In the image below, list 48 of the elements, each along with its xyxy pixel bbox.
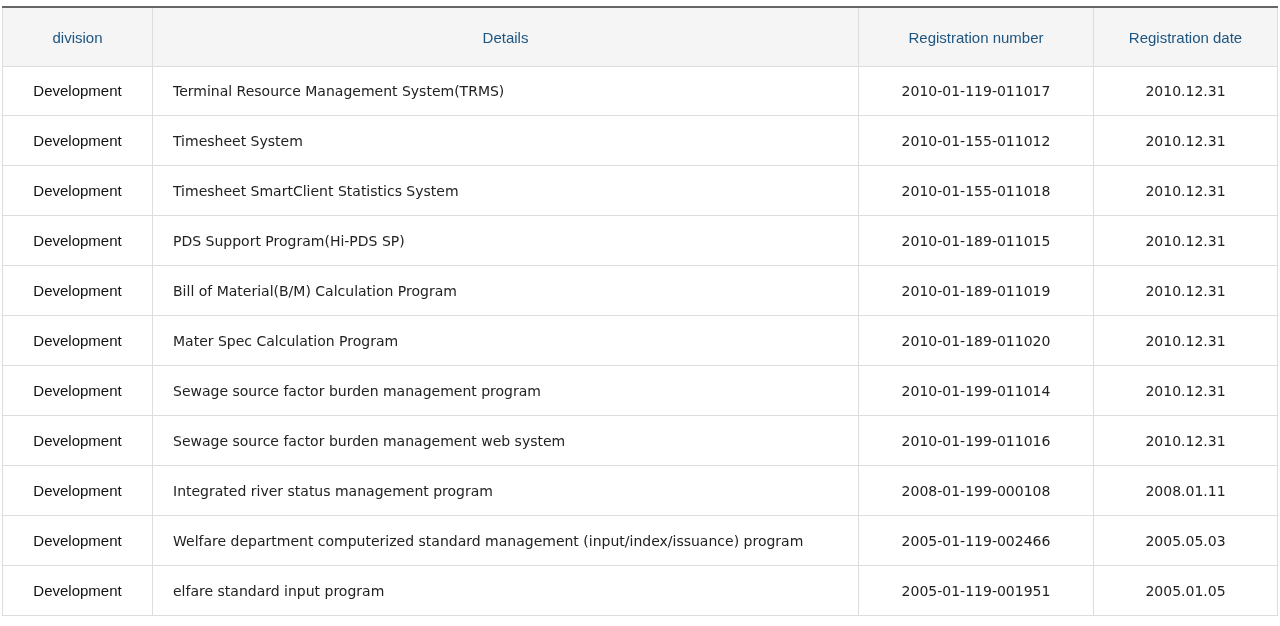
table-cell: Development: [2, 566, 153, 616]
table-cell: 2010-01-189-011020: [859, 316, 1094, 366]
table-cell: 2010.12.31: [1094, 216, 1278, 266]
table-cell: 2010.12.31: [1094, 316, 1278, 366]
table-cell: Development: [2, 316, 153, 366]
table-cell: 2010-01-189-011019: [859, 266, 1094, 316]
column-header: division: [2, 8, 153, 67]
table-cell: 2010.12.31: [1094, 266, 1278, 316]
table-cell: 2005-01-119-002466: [859, 516, 1094, 566]
table-cell: 2005.01.05: [1094, 566, 1278, 616]
table-cell: Development: [2, 466, 153, 516]
table-cell: Development: [2, 266, 153, 316]
table-cell: 2010-01-155-011012: [859, 116, 1094, 166]
table-cell: 2010-01-155-011018: [859, 166, 1094, 216]
column-header: Registration number: [859, 8, 1094, 67]
table-cell: Sewage source factor burden management web system: [153, 416, 859, 466]
table-cell: 2010-01-119-011017: [859, 66, 1094, 116]
table-cell: Terminal Resource Management System(TRMS): [153, 66, 859, 116]
table-cell: 2008-01-199-000108: [859, 466, 1094, 516]
table-cell: 2010.12.31: [1094, 66, 1278, 116]
column-header: Details: [153, 8, 859, 67]
table-cell: 2010.12.31: [1094, 166, 1278, 216]
table-cell: elfare standard input program: [153, 566, 859, 616]
table-cell: Development: [2, 216, 153, 266]
table-cell: Development: [2, 116, 153, 166]
table-cell: Development: [2, 66, 153, 116]
table-cell: 2010-01-199-011014: [859, 366, 1094, 416]
table-cell: Development: [2, 516, 153, 566]
table-cell: Mater Spec Calculation Program: [153, 316, 859, 366]
table-cell: Development: [2, 416, 153, 466]
table-cell: PDS Support Program(Hi-PDS SP): [153, 216, 859, 266]
table-cell: 2010-01-199-011016: [859, 416, 1094, 466]
table-cell: Sewage source factor burden management program: [153, 366, 859, 416]
table-cell: 2010.12.31: [1094, 416, 1278, 466]
table-cell: Welfare department computerized standard management (input/index/issuance) program: [153, 516, 859, 566]
table-cell: Integrated river status management program: [153, 466, 859, 516]
table-cell: Bill of Material(B/M) Calculation Program: [153, 266, 859, 316]
table-cell: 2010-01-189-011015: [859, 216, 1094, 266]
table-cell: 2010.12.31: [1094, 116, 1278, 166]
table-cell: Timesheet SmartClient Statistics System: [153, 166, 859, 216]
table-cell: Development: [2, 166, 153, 216]
column-header: Registration date: [1094, 8, 1278, 67]
table-cell: 2005.05.03: [1094, 516, 1278, 566]
table-cell: 2008.01.11: [1094, 466, 1278, 516]
table-cell: 2010.12.31: [1094, 366, 1278, 416]
table-cell: Development: [2, 366, 153, 416]
table-cell: 2005-01-119-001951: [859, 566, 1094, 616]
table-cell: Timesheet System: [153, 116, 859, 166]
